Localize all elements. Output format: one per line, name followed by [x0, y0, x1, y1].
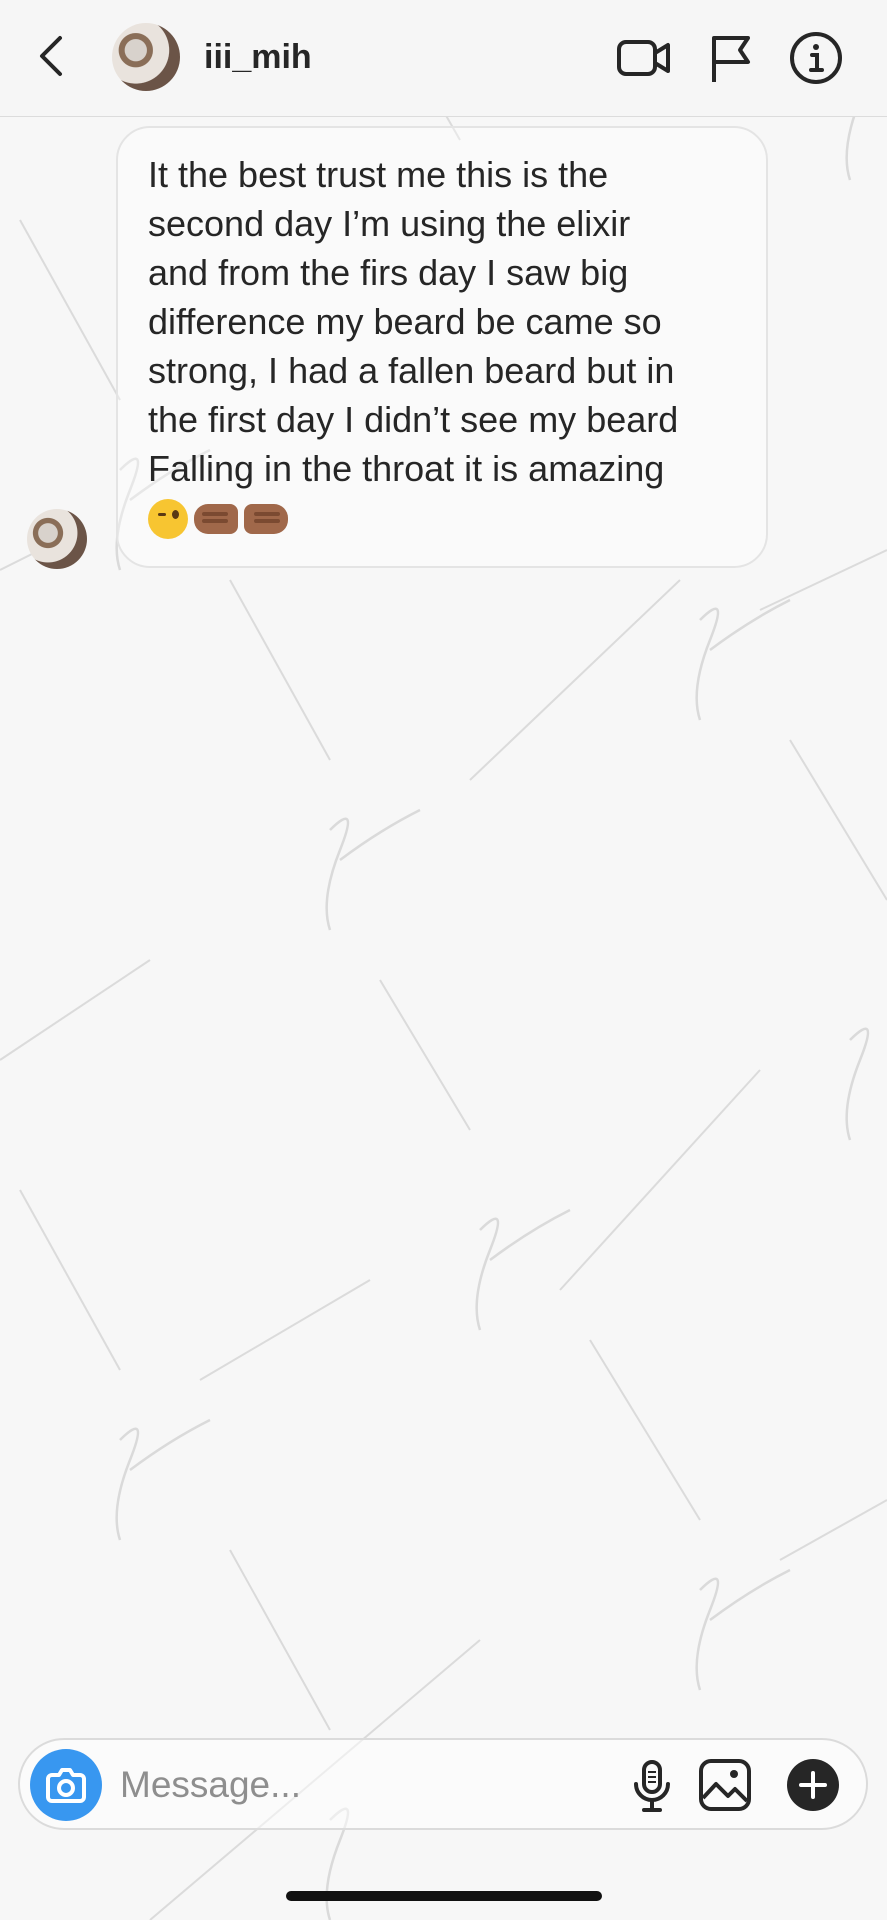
message-line: the first day I didn’t see my beard [148, 399, 679, 440]
message-line: Falling in the throat it is amazing [148, 448, 665, 489]
message-line: and from the firs day I saw big [148, 252, 629, 293]
gallery-icon [699, 1759, 751, 1811]
plus-icon [787, 1759, 839, 1811]
home-indicator [286, 1891, 602, 1901]
info-icon [790, 32, 842, 84]
winking-face-emoji [148, 499, 188, 539]
chat-header: iii_mih [0, 0, 887, 117]
right-facing-fist-emoji [244, 504, 288, 534]
message-text: It the best trust me this is the second … [148, 150, 736, 493]
camera-button[interactable] [30, 1749, 102, 1821]
message-line: difference my beard be came so [148, 301, 662, 342]
back-button[interactable] [30, 30, 76, 82]
left-facing-fist-emoji [194, 504, 238, 534]
message-line: second day I’m using the elixir [148, 203, 631, 244]
emoji-row [148, 499, 736, 539]
chevron-left-icon [40, 36, 62, 76]
report-button[interactable] [704, 30, 760, 86]
sender-avatar[interactable] [27, 509, 87, 569]
username[interactable]: iii_mih [204, 38, 312, 77]
gallery-button[interactable] [696, 1756, 754, 1814]
message-composer [18, 1738, 868, 1830]
voice-message-button[interactable] [624, 1758, 680, 1814]
microphone-icon [634, 1760, 670, 1812]
message-line: strong, I had a fallen beard but in [148, 350, 675, 391]
more-options-button[interactable] [784, 1756, 842, 1814]
message-bubble[interactable]: It the best trust me this is the second … [116, 126, 768, 568]
message-input[interactable] [120, 1758, 600, 1812]
video-call-button[interactable] [616, 30, 672, 86]
camera-icon [46, 1768, 86, 1803]
info-button[interactable] [788, 30, 844, 86]
message-line: It the best trust me this is the [148, 154, 609, 195]
profile-avatar[interactable] [112, 23, 180, 91]
flag-icon [712, 36, 750, 82]
video-camera-icon [617, 40, 670, 76]
